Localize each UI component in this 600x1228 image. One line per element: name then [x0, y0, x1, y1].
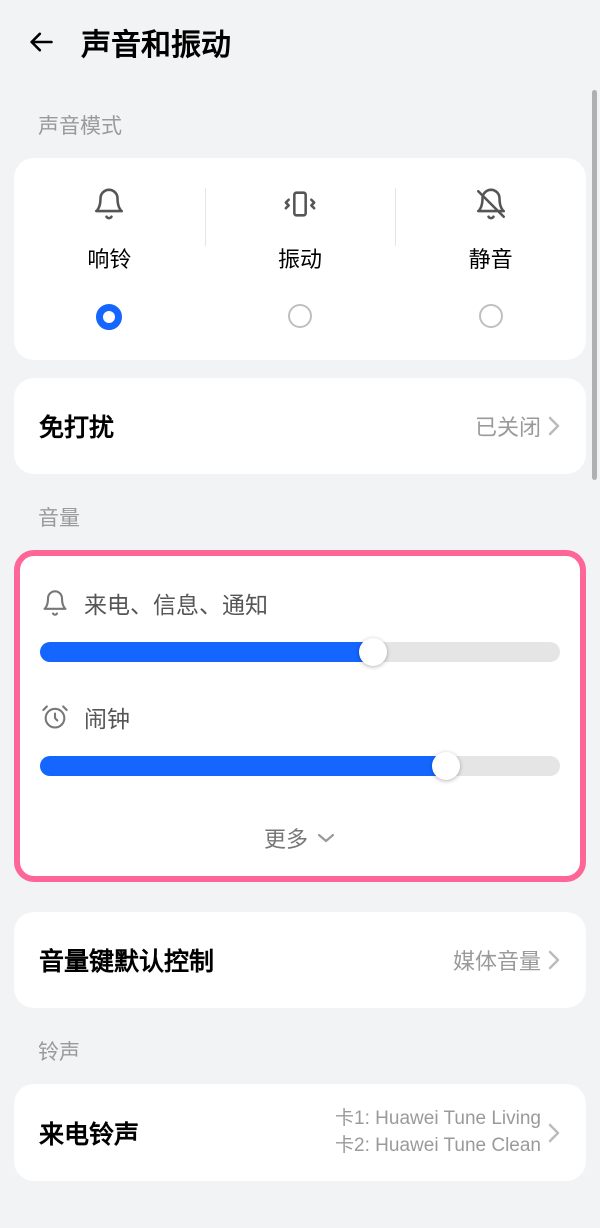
dnd-value-text: 已关闭	[475, 410, 541, 442]
bell-off-icon	[473, 186, 509, 222]
divider	[395, 188, 396, 246]
volume-key-control-row[interactable]: 音量键默认控制 媒体音量	[14, 912, 586, 1008]
volume-more-button[interactable]: 更多	[28, 814, 572, 854]
back-button[interactable]	[25, 26, 57, 58]
slider-thumb[interactable]	[432, 752, 460, 780]
sound-mode-card: 响铃 振动 静音	[14, 158, 586, 360]
sound-mode-silent[interactable]: 静音	[395, 186, 586, 330]
volume-key-control-value-text: 媒体音量	[453, 944, 541, 976]
alarm-icon	[40, 702, 70, 732]
volume-card: 来电、信息、通知 闹钟 更多	[14, 550, 586, 882]
dnd-value: 已关闭	[475, 410, 561, 442]
chevron-right-icon	[547, 1123, 561, 1143]
volume-key-control-label: 音量键默认控制	[39, 942, 214, 978]
slider-label: 闹钟	[84, 700, 130, 734]
chevron-down-icon	[316, 831, 336, 845]
bell-icon	[91, 186, 127, 222]
vibrate-icon	[282, 186, 318, 222]
volume-key-control-value: 媒体音量	[453, 944, 561, 976]
call-ringtone-row[interactable]: 来电铃声 卡1: Huawei Tune Living 卡2: Huawei T…	[14, 1084, 586, 1181]
slider-thumb[interactable]	[359, 638, 387, 666]
slider-row-notification: 来电、信息、通知	[28, 586, 572, 662]
ringtone-section-label: 铃声	[0, 1008, 600, 1084]
arrow-left-icon	[27, 28, 55, 56]
radio-selected[interactable]	[96, 304, 122, 330]
divider	[205, 188, 206, 246]
mode-label: 振动	[278, 242, 322, 274]
notification-volume-slider[interactable]	[40, 642, 560, 662]
sound-mode-ring[interactable]: 响铃	[14, 186, 205, 330]
radio[interactable]	[479, 304, 503, 328]
header: 声音和振动	[0, 0, 600, 82]
call-ringtone-label: 来电铃声	[39, 1115, 139, 1151]
volume-section-label: 音量	[0, 474, 600, 550]
alarm-volume-slider[interactable]	[40, 756, 560, 776]
ringtone-sim1: 卡1: Huawei Tune Living	[335, 1106, 541, 1133]
sound-mode-section-label: 声音模式	[0, 82, 600, 158]
call-ringtone-values: 卡1: Huawei Tune Living 卡2: Huawei Tune C…	[335, 1106, 561, 1159]
sound-mode-vibrate[interactable]: 振动	[205, 186, 396, 330]
bell-outline-icon	[40, 588, 70, 618]
more-label: 更多	[264, 822, 308, 854]
mode-label: 响铃	[87, 242, 131, 274]
dnd-label: 免打扰	[39, 408, 114, 444]
ringtone-sim2: 卡2: Huawei Tune Clean	[335, 1133, 541, 1160]
page-title: 声音和振动	[81, 20, 231, 64]
slider-label: 来电、信息、通知	[84, 586, 268, 620]
mode-label: 静音	[469, 242, 513, 274]
scrollbar[interactable]	[592, 90, 597, 480]
dnd-row[interactable]: 免打扰 已关闭	[14, 378, 586, 474]
chevron-right-icon	[547, 416, 561, 436]
chevron-right-icon	[547, 950, 561, 970]
slider-row-alarm: 闹钟	[28, 700, 572, 776]
radio[interactable]	[288, 304, 312, 328]
